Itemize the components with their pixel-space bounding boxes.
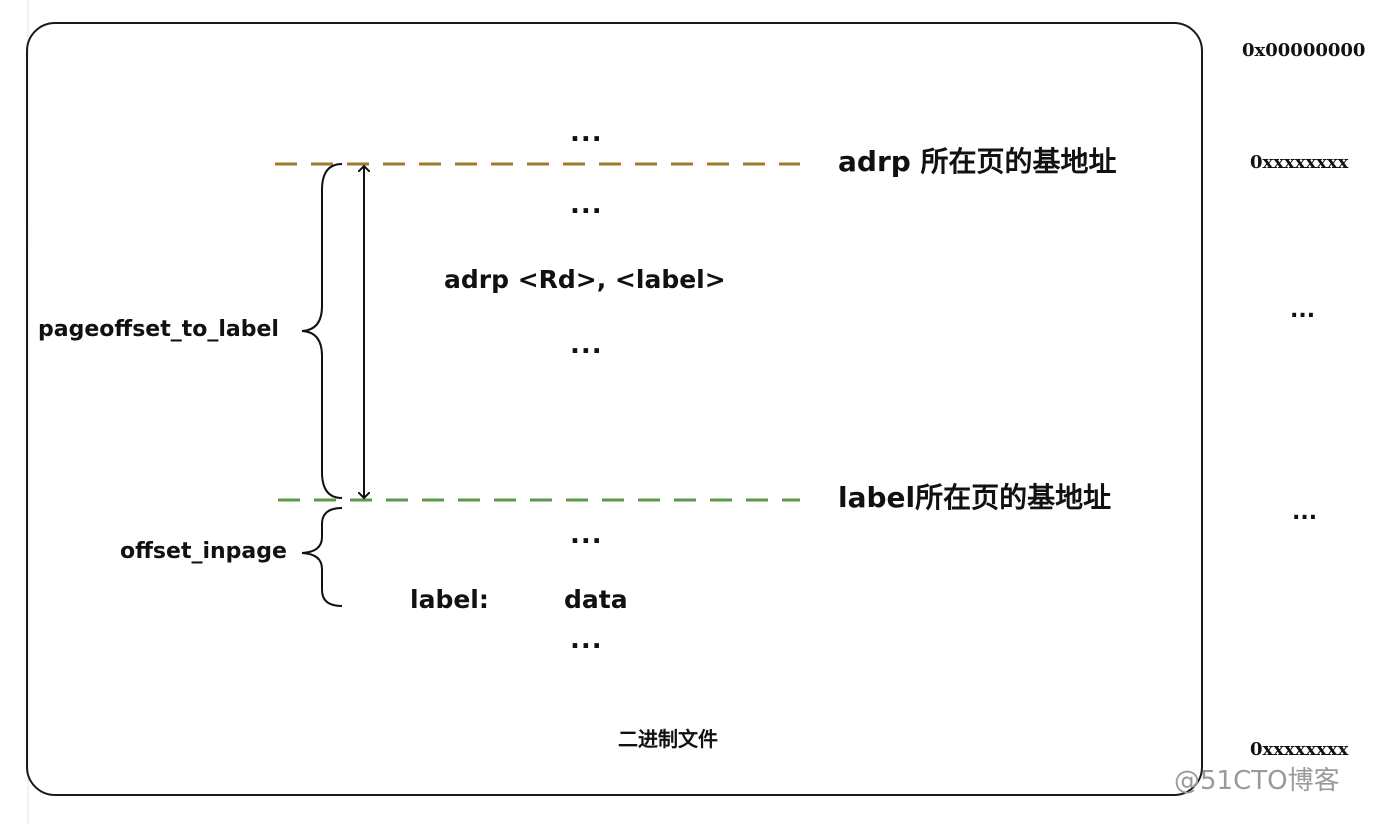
pageoffset-to-label-text: pageoffset_to_label bbox=[38, 317, 279, 342]
ellipsis-top: ... bbox=[570, 118, 603, 148]
watermark-text: @51CTO博客 bbox=[1174, 766, 1340, 796]
address-start: 0x00000000 bbox=[1242, 40, 1366, 61]
pageoffset-brace bbox=[301, 163, 343, 499]
binary-file-title: 二进制文件 bbox=[618, 727, 718, 751]
label-data: data bbox=[564, 585, 628, 614]
adrp-page-base-label: adrp 所在页的基地址 bbox=[838, 145, 1117, 178]
address-end: 0xxxxxxxx bbox=[1250, 739, 1349, 760]
adrp-instruction: adrp <Rd>, <label> bbox=[444, 265, 726, 294]
address-adrp-base: 0xxxxxxxx bbox=[1250, 152, 1349, 173]
label-page-base-label: label所在页的基地址 bbox=[838, 481, 1112, 514]
address-gap-1: ... bbox=[1290, 298, 1316, 323]
ellipsis-after-adrp-base: ... bbox=[570, 190, 603, 220]
label-keyword: label: bbox=[410, 585, 489, 614]
ellipsis-bottom: ... bbox=[570, 625, 603, 655]
ellipsis-after-instruction: ... bbox=[570, 330, 603, 360]
ellipsis-after-label-base: ... bbox=[570, 520, 603, 550]
diagram-lines bbox=[26, 0, 1203, 824]
offset-inpage-brace bbox=[301, 507, 343, 607]
offset-inpage-text: offset_inpage bbox=[120, 539, 287, 564]
diagram-canvas: ... ... adrp <Rd>, <label> ... ... label… bbox=[0, 0, 1392, 824]
binary-file-frame bbox=[26, 22, 1203, 796]
address-gap-2: ... bbox=[1292, 500, 1318, 525]
